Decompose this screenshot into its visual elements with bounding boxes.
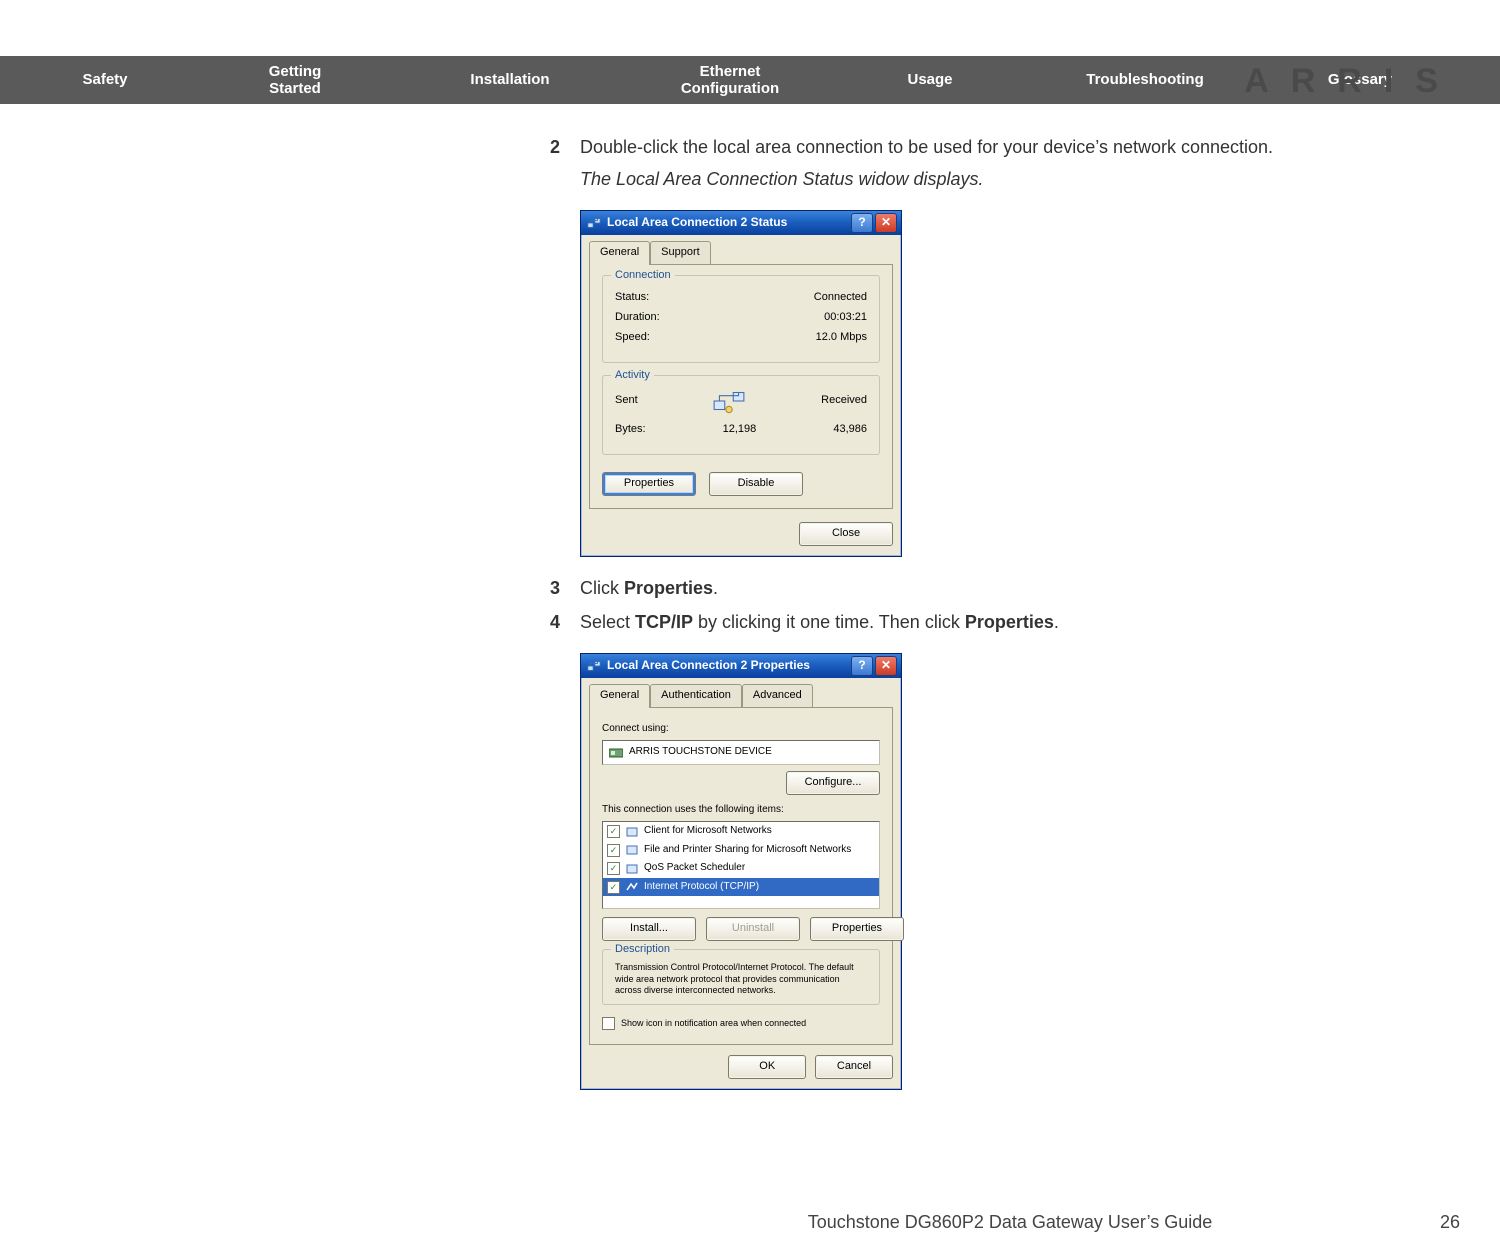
nav-ethernet-l1: Ethernet: [700, 63, 761, 80]
item-label: Client for Microsoft Networks: [644, 824, 772, 839]
step-4-pre: Select: [580, 612, 635, 632]
footer-title: Touchstone DG860P2 Data Gateway User’s G…: [520, 1212, 1500, 1233]
bytes-received: 43,986: [833, 422, 867, 438]
connect-using-field[interactable]: ARRIS TOUCHSTONE DEVICE: [602, 740, 880, 765]
nav-safety[interactable]: Safety: [0, 71, 190, 88]
brand-logo: ARRIS: [1244, 62, 1460, 101]
checkbox-icon[interactable]: ✓: [607, 844, 620, 857]
group-connection: Connection: [611, 268, 675, 284]
help-button[interactable]: ?: [851, 213, 873, 233]
step-2-number: 2: [550, 134, 580, 192]
cancel-button[interactable]: Cancel: [815, 1055, 893, 1079]
device-name: ARRIS TOUCHSTONE DEVICE: [629, 745, 772, 760]
lac-status-title: Local Area Connection 2 Status: [607, 214, 849, 231]
properties-button[interactable]: Properties: [602, 472, 696, 496]
close-button[interactable]: ✕: [875, 656, 897, 676]
activity-sent-label: Sent: [615, 393, 638, 409]
list-item[interactable]: ✓ QoS Packet Scheduler: [603, 859, 879, 878]
lac-properties-titlebar[interactable]: Local Area Connection 2 Properties ? ✕: [581, 654, 901, 678]
tab-support[interactable]: Support: [650, 241, 711, 265]
nic-icon: [609, 747, 623, 759]
nav-installation[interactable]: Installation: [400, 71, 620, 88]
service-icon: [626, 863, 638, 875]
step-2-text: Double-click the local area connection t…: [580, 137, 1273, 157]
step-3-pre: Click: [580, 578, 624, 598]
item-label: Internet Protocol (TCP/IP): [644, 880, 759, 895]
tab-general[interactable]: General: [589, 684, 650, 708]
close-button[interactable]: ✕: [875, 213, 897, 233]
connection-icon: [587, 659, 601, 673]
nav-ethernet-l2: Configuration: [681, 80, 779, 97]
tab-advanced[interactable]: Advanced: [742, 684, 813, 708]
connect-using-label: Connect using:: [602, 722, 880, 737]
help-button[interactable]: ?: [851, 656, 873, 676]
bytes-sent: 12,198: [646, 422, 834, 438]
footer-page: 26: [1440, 1212, 1460, 1233]
bytes-label: Bytes:: [615, 422, 646, 438]
client-icon: [626, 826, 638, 838]
step-4-post: .: [1054, 612, 1059, 632]
duration-label: Duration:: [615, 310, 660, 326]
step-2: 2 Double-click the local area connection…: [550, 134, 1480, 192]
step-3-bold: Properties: [624, 578, 713, 598]
speed-value: 12.0 Mbps: [816, 330, 867, 346]
nav-ethernet-config[interactable]: Ethernet Configuration: [620, 63, 840, 98]
nav-getting-l1: Getting: [269, 63, 322, 80]
speed-label: Speed:: [615, 330, 650, 346]
lac-properties-dialog: Local Area Connection 2 Properties ? ✕ G…: [580, 653, 902, 1090]
nav-getting-started[interactable]: Getting Started: [190, 63, 400, 98]
protocol-icon: [626, 881, 638, 893]
tab-authentication[interactable]: Authentication: [650, 684, 742, 708]
item-properties-button[interactable]: Properties: [810, 917, 904, 941]
step-3: 3 Click Properties.: [550, 575, 1480, 601]
list-item[interactable]: ✓ File and Printer Sharing for Microsoft…: [603, 841, 879, 860]
step-4-b1: TCP/IP: [635, 612, 693, 632]
nav-getting-l2: Started: [269, 80, 321, 97]
step-4: 4 Select TCP/IP by clicking it one time.…: [550, 609, 1480, 635]
step-4-mid: by clicking it one time. Then click: [693, 612, 965, 632]
configure-button[interactable]: Configure...: [786, 771, 880, 795]
item-label: File and Printer Sharing for Microsoft N…: [644, 843, 851, 858]
status-value: Connected: [814, 290, 867, 306]
nav-troubleshooting[interactable]: Troubleshooting: [1020, 71, 1270, 88]
item-label: QoS Packet Scheduler: [644, 861, 745, 876]
checkbox-icon[interactable]: ✓: [607, 862, 620, 875]
ok-button[interactable]: OK: [728, 1055, 806, 1079]
items-label: This connection uses the following items…: [602, 803, 880, 818]
disable-button[interactable]: Disable: [709, 472, 803, 496]
description-title: Description: [611, 942, 674, 958]
uninstall-button: Uninstall: [706, 917, 800, 941]
lac-status-titlebar[interactable]: Local Area Connection 2 Status ? ✕: [581, 211, 901, 235]
service-icon: [626, 844, 638, 856]
step-4-number: 4: [550, 609, 580, 635]
group-activity: Activity: [611, 368, 654, 384]
connection-icon: [587, 216, 601, 230]
install-button[interactable]: Install...: [602, 917, 696, 941]
step-4-b2: Properties: [965, 612, 1054, 632]
list-item[interactable]: ✓ Client for Microsoft Networks: [603, 822, 879, 841]
list-item-selected[interactable]: ✓ Internet Protocol (TCP/IP): [603, 878, 879, 897]
lac-status-dialog: Local Area Connection 2 Status ? ✕ Gener…: [580, 210, 902, 557]
checkbox-icon[interactable]: ✓: [607, 881, 620, 894]
checkbox-icon[interactable]: ✓: [607, 825, 620, 838]
lac-properties-title: Local Area Connection 2 Properties: [607, 657, 849, 674]
duration-value: 00:03:21: [824, 310, 867, 326]
tab-general[interactable]: General: [589, 241, 650, 265]
items-listbox[interactable]: ✓ Client for Microsoft Networks ✓ File a…: [602, 821, 880, 909]
description-text: Transmission Control Protocol/Internet P…: [609, 956, 873, 1000]
step-2-note: The Local Area Connection Status widow d…: [580, 166, 1480, 192]
activity-icon: [712, 386, 746, 416]
nav-usage[interactable]: Usage: [840, 71, 1020, 88]
page-footer: Touchstone DG860P2 Data Gateway User’s G…: [0, 1212, 1500, 1233]
close-dialog-button[interactable]: Close: [799, 522, 893, 546]
step-3-post: .: [713, 578, 718, 598]
status-label: Status:: [615, 290, 649, 306]
page-content: 2 Double-click the local area connection…: [550, 104, 1480, 1108]
step-3-number: 3: [550, 575, 580, 601]
show-icon-checkbox[interactable]: ✓: [602, 1017, 615, 1030]
show-icon-label: Show icon in notification area when conn…: [621, 1017, 806, 1030]
activity-received-label: Received: [821, 393, 867, 409]
